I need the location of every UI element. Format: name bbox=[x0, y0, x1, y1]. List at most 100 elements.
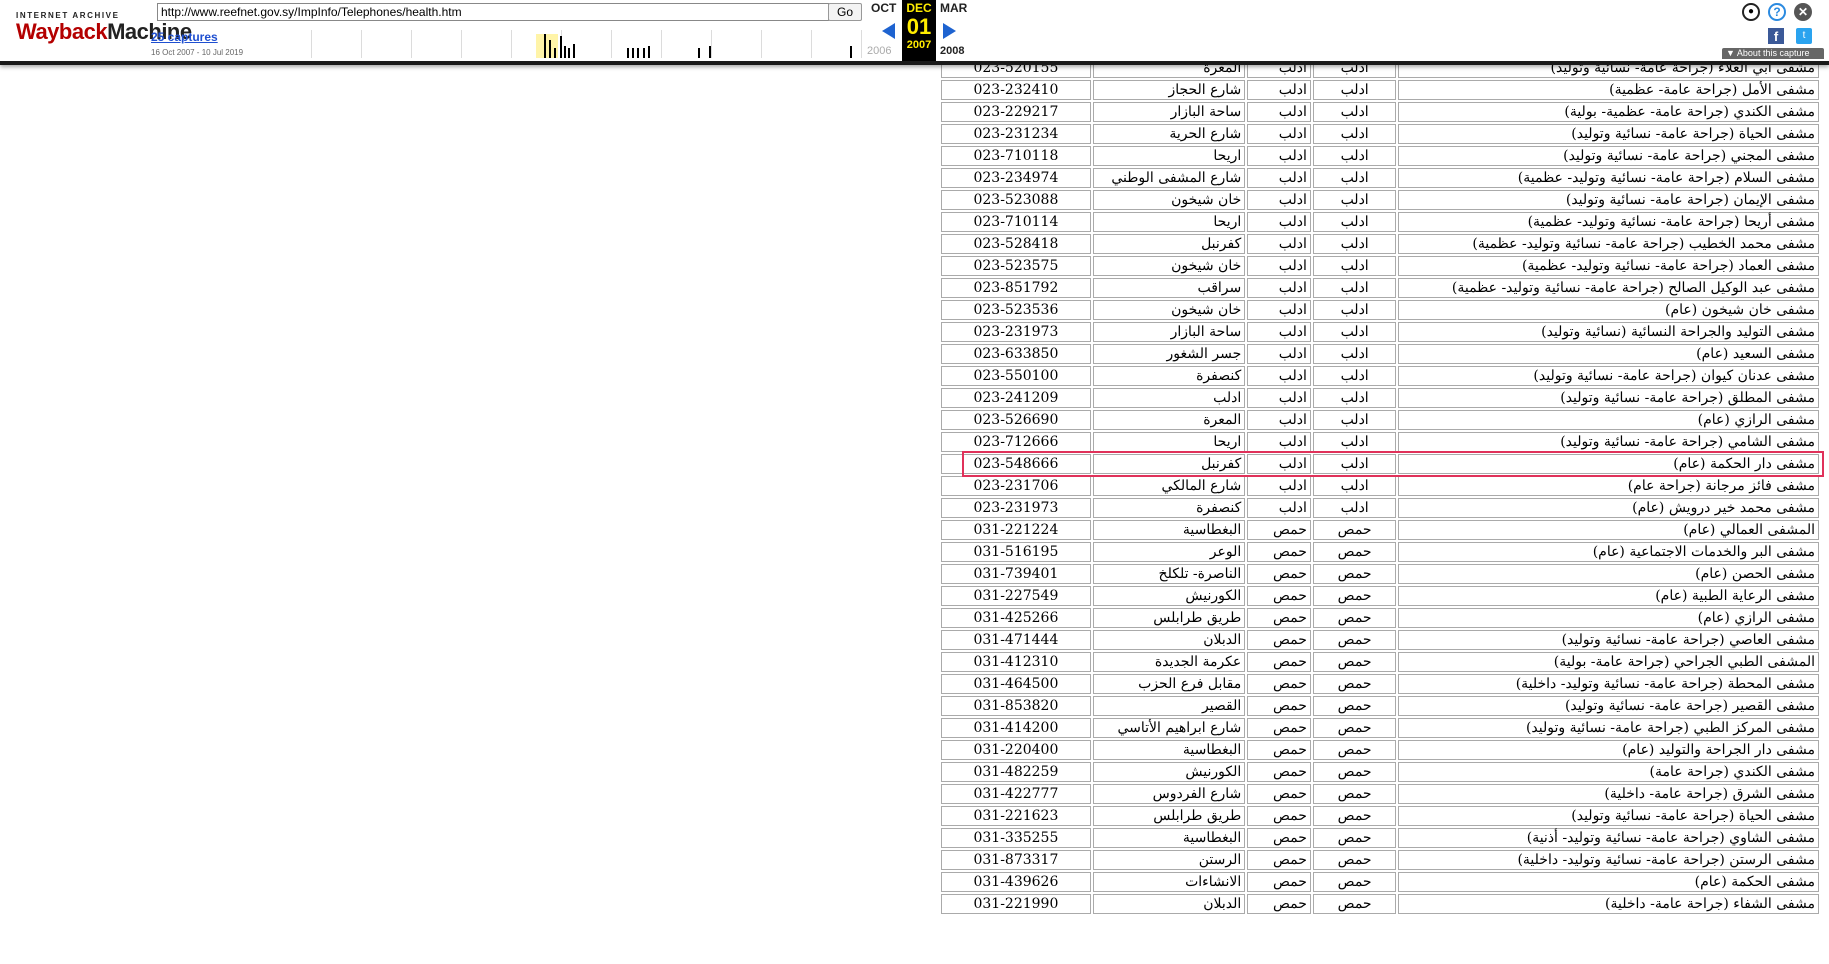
governorate-cell: حمص bbox=[1312, 674, 1397, 694]
area-cell: شارع ابراهيم الأتاسي bbox=[1092, 718, 1246, 738]
captures-link[interactable]: 25 captures bbox=[151, 30, 218, 44]
next-month-label[interactable]: MAR bbox=[940, 1, 967, 15]
twitter-share-icon[interactable]: t bbox=[1796, 28, 1812, 44]
hospital-name-cell: مشفى الحياة (جراحة عامة- نسائية وتوليد) bbox=[1398, 806, 1819, 826]
governorate-cell: حمص bbox=[1312, 564, 1397, 584]
governorate-cell: ادلب bbox=[1312, 102, 1397, 122]
area-cell: شارع الحرية bbox=[1092, 124, 1246, 144]
city-cell: حمص bbox=[1247, 586, 1311, 606]
phone-cell: 023-232410 bbox=[941, 80, 1091, 100]
hospital-name-cell: مشفى الشرق (جراحة عامة- داخلية) bbox=[1398, 784, 1819, 804]
city-cell: حمص bbox=[1247, 806, 1311, 826]
phone-cell: 031-220400 bbox=[941, 740, 1091, 760]
city-cell: حمص bbox=[1247, 762, 1311, 782]
area-cell: اريحا bbox=[1092, 146, 1246, 166]
table-row: مشفى المطلق (جراحة عامة- نسائية وتوليد) ا… bbox=[941, 388, 1819, 408]
hospital-name-cell: مشفى الحكمة (عام) bbox=[1398, 872, 1819, 892]
hospital-name-cell: مشفى المجني (جراحة عامة- نسائية وتوليد) bbox=[1398, 146, 1819, 166]
next-capture-arrow-icon[interactable] bbox=[943, 23, 956, 39]
facebook-share-icon[interactable]: f bbox=[1768, 28, 1784, 44]
phone-cell: 023-523575 bbox=[941, 256, 1091, 276]
capture-sparkline[interactable] bbox=[262, 30, 862, 58]
governorate-cell: ادلب bbox=[1312, 212, 1397, 232]
phone-cell: 023-710118 bbox=[941, 146, 1091, 166]
governorate-cell: حمص bbox=[1312, 630, 1397, 650]
table-row: مشفى المجني (جراحة عامة- نسائية وتوليد) ا… bbox=[941, 146, 1819, 166]
prev-year-label[interactable]: 2006 bbox=[867, 45, 891, 57]
phone-cell: 023-523088 bbox=[941, 190, 1091, 210]
go-button[interactable]: Go bbox=[828, 3, 862, 21]
city-cell: ادلب bbox=[1247, 432, 1311, 452]
area-cell: الدبلان bbox=[1092, 894, 1246, 914]
prev-month-label[interactable]: OCT bbox=[871, 1, 896, 15]
hospital-name-cell: مشفى خان شيخون (عام) bbox=[1398, 300, 1819, 320]
governorate-cell: ادلب bbox=[1312, 190, 1397, 210]
user-icon[interactable]: ● bbox=[1742, 3, 1760, 21]
city-cell: حمص bbox=[1247, 784, 1311, 804]
city-cell: ادلب bbox=[1247, 300, 1311, 320]
sparkline-bar bbox=[549, 40, 551, 58]
area-cell: شارع المشفى الوطني bbox=[1092, 168, 1246, 188]
area-cell: الدبلان bbox=[1092, 630, 1246, 650]
governorate-cell: حمص bbox=[1312, 828, 1397, 848]
governorate-cell: ادلب bbox=[1312, 432, 1397, 452]
wayback-toolbar: INTERNET ARCHIVE WaybackMachine http://w… bbox=[0, 0, 1829, 65]
city-cell: حمص bbox=[1247, 652, 1311, 672]
city-cell: ادلب bbox=[1247, 366, 1311, 386]
area-cell: الكورنيش bbox=[1092, 762, 1246, 782]
prev-capture-arrow-icon[interactable] bbox=[882, 23, 895, 39]
about-capture-button[interactable]: ▼ About this capture bbox=[1722, 48, 1824, 59]
phone-cell: 031-422777 bbox=[941, 784, 1091, 804]
url-input[interactable]: http://www.reefnet.gov.sy/ImpInfo/Teleph… bbox=[157, 3, 829, 21]
area-cell: مقابل فرع الحزب bbox=[1092, 674, 1246, 694]
next-year-label[interactable]: 2008 bbox=[940, 45, 964, 57]
phone-cell: 023-633850 bbox=[941, 344, 1091, 364]
help-icon[interactable]: ? bbox=[1768, 3, 1786, 21]
city-cell: حمص bbox=[1247, 520, 1311, 540]
governorate-cell: ادلب bbox=[1312, 80, 1397, 100]
governorate-cell: حمص bbox=[1312, 872, 1397, 892]
hospital-name-cell: مشفى عدنان كيوان (جراحة عامة- نسائية وتو… bbox=[1398, 366, 1819, 386]
sparkline-bar bbox=[709, 46, 711, 58]
city-cell: ادلب bbox=[1247, 80, 1311, 100]
city-cell: ادلب bbox=[1247, 344, 1311, 364]
hospital-name-cell: المشفى العمالي (عام) bbox=[1398, 520, 1819, 540]
sparkline-bar bbox=[627, 48, 629, 58]
sparkline-bar bbox=[568, 48, 570, 58]
governorate-cell: حمص bbox=[1312, 608, 1397, 628]
hospital-name-cell: مشفى الشامي (جراحة عامة- نسائية وتوليد) bbox=[1398, 432, 1819, 452]
governorate-cell: حمص bbox=[1312, 850, 1397, 870]
phone-cell: 023-231706 bbox=[941, 476, 1091, 496]
sparkline-bar bbox=[698, 48, 700, 58]
governorate-cell: حمص bbox=[1312, 762, 1397, 782]
city-cell: ادلب bbox=[1247, 190, 1311, 210]
wayback-logo[interactable]: INTERNET ARCHIVE WaybackMachine bbox=[16, 11, 192, 51]
area-cell: ساحة البازار bbox=[1092, 102, 1246, 122]
city-cell: ادلب bbox=[1247, 256, 1311, 276]
phone-cell: 031-221224 bbox=[941, 520, 1091, 540]
phone-cell: 031-853820 bbox=[941, 696, 1091, 716]
area-cell: كنصفرة bbox=[1092, 498, 1246, 518]
sparkline-bar bbox=[544, 34, 546, 58]
hospital-name-cell: مشفى الكندي (جراحة عامة) bbox=[1398, 762, 1819, 782]
area-cell: شارع المالكي bbox=[1092, 476, 1246, 496]
table-row: مشفى السعيد (عام) ادلب ادلب جسر الشغور 023-6… bbox=[941, 344, 1819, 364]
hospital-name-cell: مشفى الرستن (جراحة عامة- نسائية وتوليد- … bbox=[1398, 850, 1819, 870]
city-cell: حمص bbox=[1247, 564, 1311, 584]
governorate-cell: ادلب bbox=[1312, 454, 1397, 474]
governorate-cell: ادلب bbox=[1312, 256, 1397, 276]
city-cell: ادلب bbox=[1247, 212, 1311, 232]
sparkline-bar bbox=[648, 46, 650, 58]
area-cell: شارع الفردوس bbox=[1092, 784, 1246, 804]
city-cell: ادلب bbox=[1247, 146, 1311, 166]
city-cell: حمص bbox=[1247, 740, 1311, 760]
table-row: مشفى الكندي (جراحة عامة- عظمية- بولية) اد… bbox=[941, 102, 1819, 122]
table-row: مشفى الحكمة (عام) حمص حمص الانشاءات 031-4396… bbox=[941, 872, 1819, 892]
table-row: مشفى خان شيخون (عام) ادلب ادلب خان شيخون 023… bbox=[941, 300, 1819, 320]
governorate-cell: ادلب bbox=[1312, 344, 1397, 364]
phone-cell: 031-482259 bbox=[941, 762, 1091, 782]
governorate-cell: ادلب bbox=[1312, 498, 1397, 518]
hospital-name-cell: مشفى البر والخدمات الاجتماعية (عام) bbox=[1398, 542, 1819, 562]
phone-cell: 023-231973 bbox=[941, 322, 1091, 342]
close-icon[interactable]: ✕ bbox=[1794, 3, 1812, 21]
